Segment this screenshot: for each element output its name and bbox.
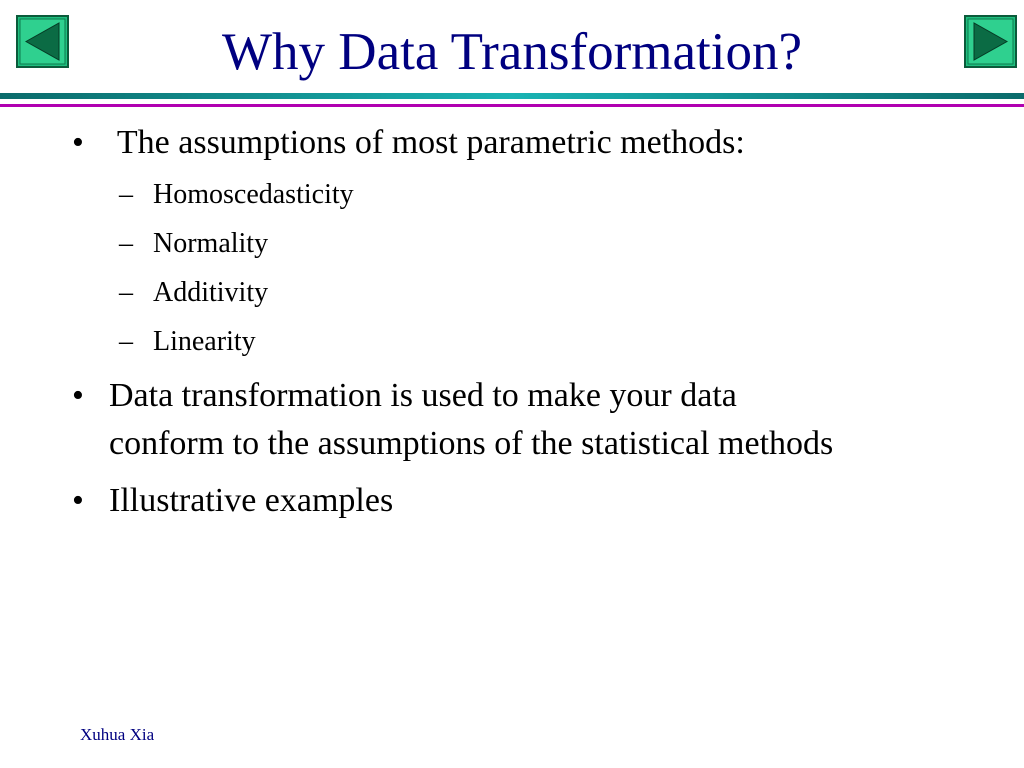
bullet-marker: • — [72, 124, 84, 161]
bullet-text-line: Data transformation is used to make your… — [109, 377, 737, 414]
bullet-text: The assumptions of most parametric metho… — [109, 124, 745, 161]
bullet-text-line: conform to the assumptions of the statis… — [109, 425, 834, 462]
sub-marker: – — [119, 179, 133, 210]
footer-author: Xuhua Xia — [80, 725, 155, 744]
sub-marker: – — [119, 326, 133, 357]
sub-text: Linearity — [153, 326, 256, 357]
sub-text: Additivity — [153, 277, 269, 308]
sub-marker: – — [119, 277, 133, 308]
sub-text: Normality — [153, 228, 269, 259]
bullet-marker: • — [72, 377, 84, 414]
slide-body: • The assumptions of most parametric met… — [0, 0, 1024, 768]
sub-marker: – — [119, 228, 133, 259]
bullet-marker: • — [72, 482, 84, 519]
bullet-text: Illustrative examples — [109, 482, 394, 519]
sub-text: Homoscedasticity — [153, 179, 354, 210]
